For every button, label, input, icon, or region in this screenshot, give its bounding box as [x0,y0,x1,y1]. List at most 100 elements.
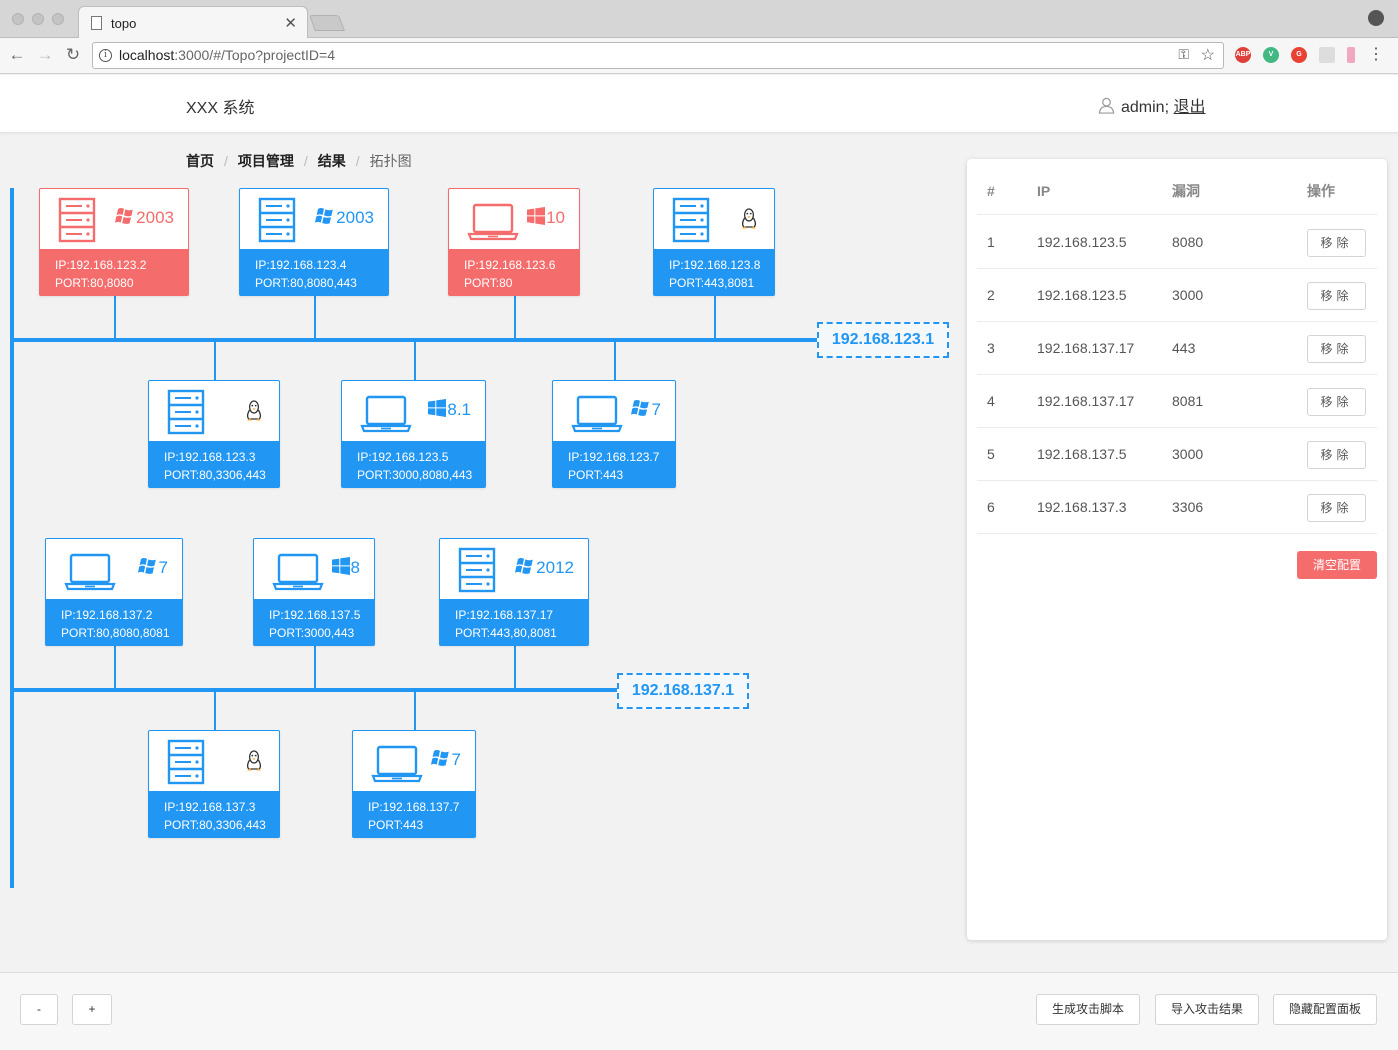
host-node[interactable]: IP:192.168.137.3 PORT:80,3306,443 [148,730,280,838]
host-node[interactable]: IP:192.168.123.8 PORT:443,8081 [653,188,775,296]
key-icon[interactable]: ⚿ [1178,46,1189,63]
host-ip: IP:192.168.123.8 [669,258,761,272]
host-node[interactable]: 7 IP:192.168.123.7 PORT:443 [552,380,676,488]
windows-xp-icon [630,399,652,419]
reload-icon[interactable]: ↻ [62,44,84,66]
server-icon [167,389,205,440]
remove-button[interactable]: 移除 [1307,441,1366,469]
row-vuln: 8080 [1172,234,1204,250]
host-ip: IP:192.168.137.5 [269,608,361,622]
remove-button[interactable]: 移除 [1307,282,1366,310]
url-text[interactable]: localhost:3000/#/Topo?projectID=4 [119,47,335,63]
host-ports: PORT:3000,443 [269,626,355,640]
windows-xp-icon [515,557,536,577]
laptop-icon [371,739,423,790]
breadcrumb: 首页 / 项目管理 / 结果 / 拓扑图 [186,153,412,169]
host-ports: PORT:80,3306,443 [164,468,266,482]
profile-icon[interactable] [1368,10,1384,26]
browser-tab-strip: topo ✕ [0,0,1398,39]
zoom-out-button[interactable]: - [20,994,58,1025]
extension-icon[interactable] [1319,47,1335,63]
remove-button[interactable]: 移除 [1307,229,1366,257]
breadcrumb-results[interactable]: 结果 [318,153,346,169]
tab-close-icon[interactable]: ✕ [284,14,297,32]
link-line [114,296,116,339]
window-zoom-button[interactable] [52,13,64,25]
host-ports: PORT:443,8081 [669,276,755,290]
vue-devtools-icon[interactable]: V [1263,47,1279,63]
host-ports: PORT:80 [464,276,513,290]
site-info-icon[interactable]: i [99,49,112,62]
extension-icon[interactable] [1347,47,1355,63]
app-header: XXX 系统 admin; 退出 [0,75,1398,133]
tab-title: topo [111,16,137,31]
row-ip: 192.168.137.3 [1037,499,1127,515]
table-row: 5 192.168.137.5 3000 移除 [977,428,1377,481]
clear-config-button[interactable]: 清空配置 [1297,551,1377,579]
window-minimize-button[interactable] [32,13,44,25]
host-node[interactable]: 2003 IP:192.168.123.2 PORT:80,8080 [39,188,189,296]
host-node[interactable]: 7 IP:192.168.137.7 PORT:443 [352,730,476,838]
host-node[interactable]: 8.1 IP:192.168.123.5 PORT:3000,8080,443 [341,380,486,488]
host-node[interactable]: 8 IP:192.168.137.5 PORT:3000,443 [253,538,375,646]
google-extension-icon[interactable]: G [1291,47,1307,63]
os-label: 8.1 [428,399,471,420]
link-line [114,646,116,689]
row-vuln: 3000 [1172,287,1204,303]
os-label: 7 [430,749,461,770]
zoom-in-button[interactable]: + [72,994,112,1025]
host-ports: PORT:80,8080,8081 [61,626,170,640]
row-ip: 192.168.123.5 [1037,234,1127,250]
os-label: 8 [331,557,360,578]
new-tab-button[interactable] [309,15,345,31]
host-ports: PORT:3000,8080,443 [357,468,473,482]
row-vuln: 443 [1172,340,1196,356]
gateway-label[interactable]: 192.168.137.1 [617,673,749,709]
host-ports: PORT:443 [368,818,424,832]
column-header: 漏洞 [1172,183,1200,199]
breadcrumb-topology: 拓扑图 [369,153,412,169]
host-ports: PORT:80,3306,443 [164,818,266,832]
window-close-button[interactable] [12,13,24,25]
app-title: XXX 系统 [186,100,255,117]
os-label [244,399,265,426]
host-node[interactable]: 2003 IP:192.168.123.4 PORT:80,8080,443 [239,188,389,296]
laptop-icon [571,389,623,440]
browser-menu-icon[interactable]: ⋮ [1368,44,1384,64]
bookmark-star-icon[interactable]: ☆ [1201,45,1215,65]
remove-button[interactable]: 移除 [1307,335,1366,363]
windows-xp-icon [430,749,452,769]
windows-10-icon [428,399,447,419]
windows-10-icon [527,207,546,227]
table-header: # IP 漏洞 操作 [977,171,1377,215]
logout-link[interactable]: 退出 [1173,99,1205,116]
generate-script-button[interactable]: 生成攻击脚本 [1036,994,1140,1025]
host-ports: PORT:443,80,8081 [455,626,557,640]
import-results-button[interactable]: 导入攻击结果 [1155,994,1259,1025]
gateway-label[interactable]: 192.168.123.1 [817,322,949,358]
table-row: 6 192.168.137.3 3306 移除 [977,481,1377,534]
breadcrumb-home[interactable]: 首页 [186,153,214,169]
host-node[interactable]: 10 IP:192.168.123.6 PORT:80 [448,188,580,296]
host-node[interactable]: 7 IP:192.168.137.2 PORT:80,8080,8081 [45,538,183,646]
remove-button[interactable]: 移除 [1307,494,1366,522]
forward-icon[interactable]: → [34,44,56,66]
config-panel: # IP 漏洞 操作 1 192.168.123.5 8080 移除 2 192… [967,159,1387,940]
os-label: 7 [137,557,168,578]
browser-tab[interactable]: topo ✕ [78,6,308,39]
windows-xp-icon [315,207,336,227]
row-index: 3 [987,340,995,356]
breadcrumb-projects[interactable]: 项目管理 [238,153,294,169]
back-icon[interactable]: ← [6,44,28,66]
hide-panel-button[interactable]: 隐藏配置面板 [1273,994,1377,1025]
host-node[interactable]: IP:192.168.123.3 PORT:80,3306,443 [148,380,280,488]
row-ip: 192.168.123.5 [1037,287,1127,303]
adblock-extension-icon[interactable]: ABP [1235,47,1251,63]
server-icon [167,739,205,790]
user-info: admin; 退出 [1098,93,1206,117]
server-icon [258,197,296,248]
remove-button[interactable]: 移除 [1307,388,1366,416]
host-node[interactable]: 2012 IP:192.168.137.17 PORT:443,80,8081 [439,538,589,646]
link-line [214,690,216,731]
address-bar[interactable]: i localhost:3000/#/Topo?projectID=4 ⚿ ☆ [92,42,1224,69]
